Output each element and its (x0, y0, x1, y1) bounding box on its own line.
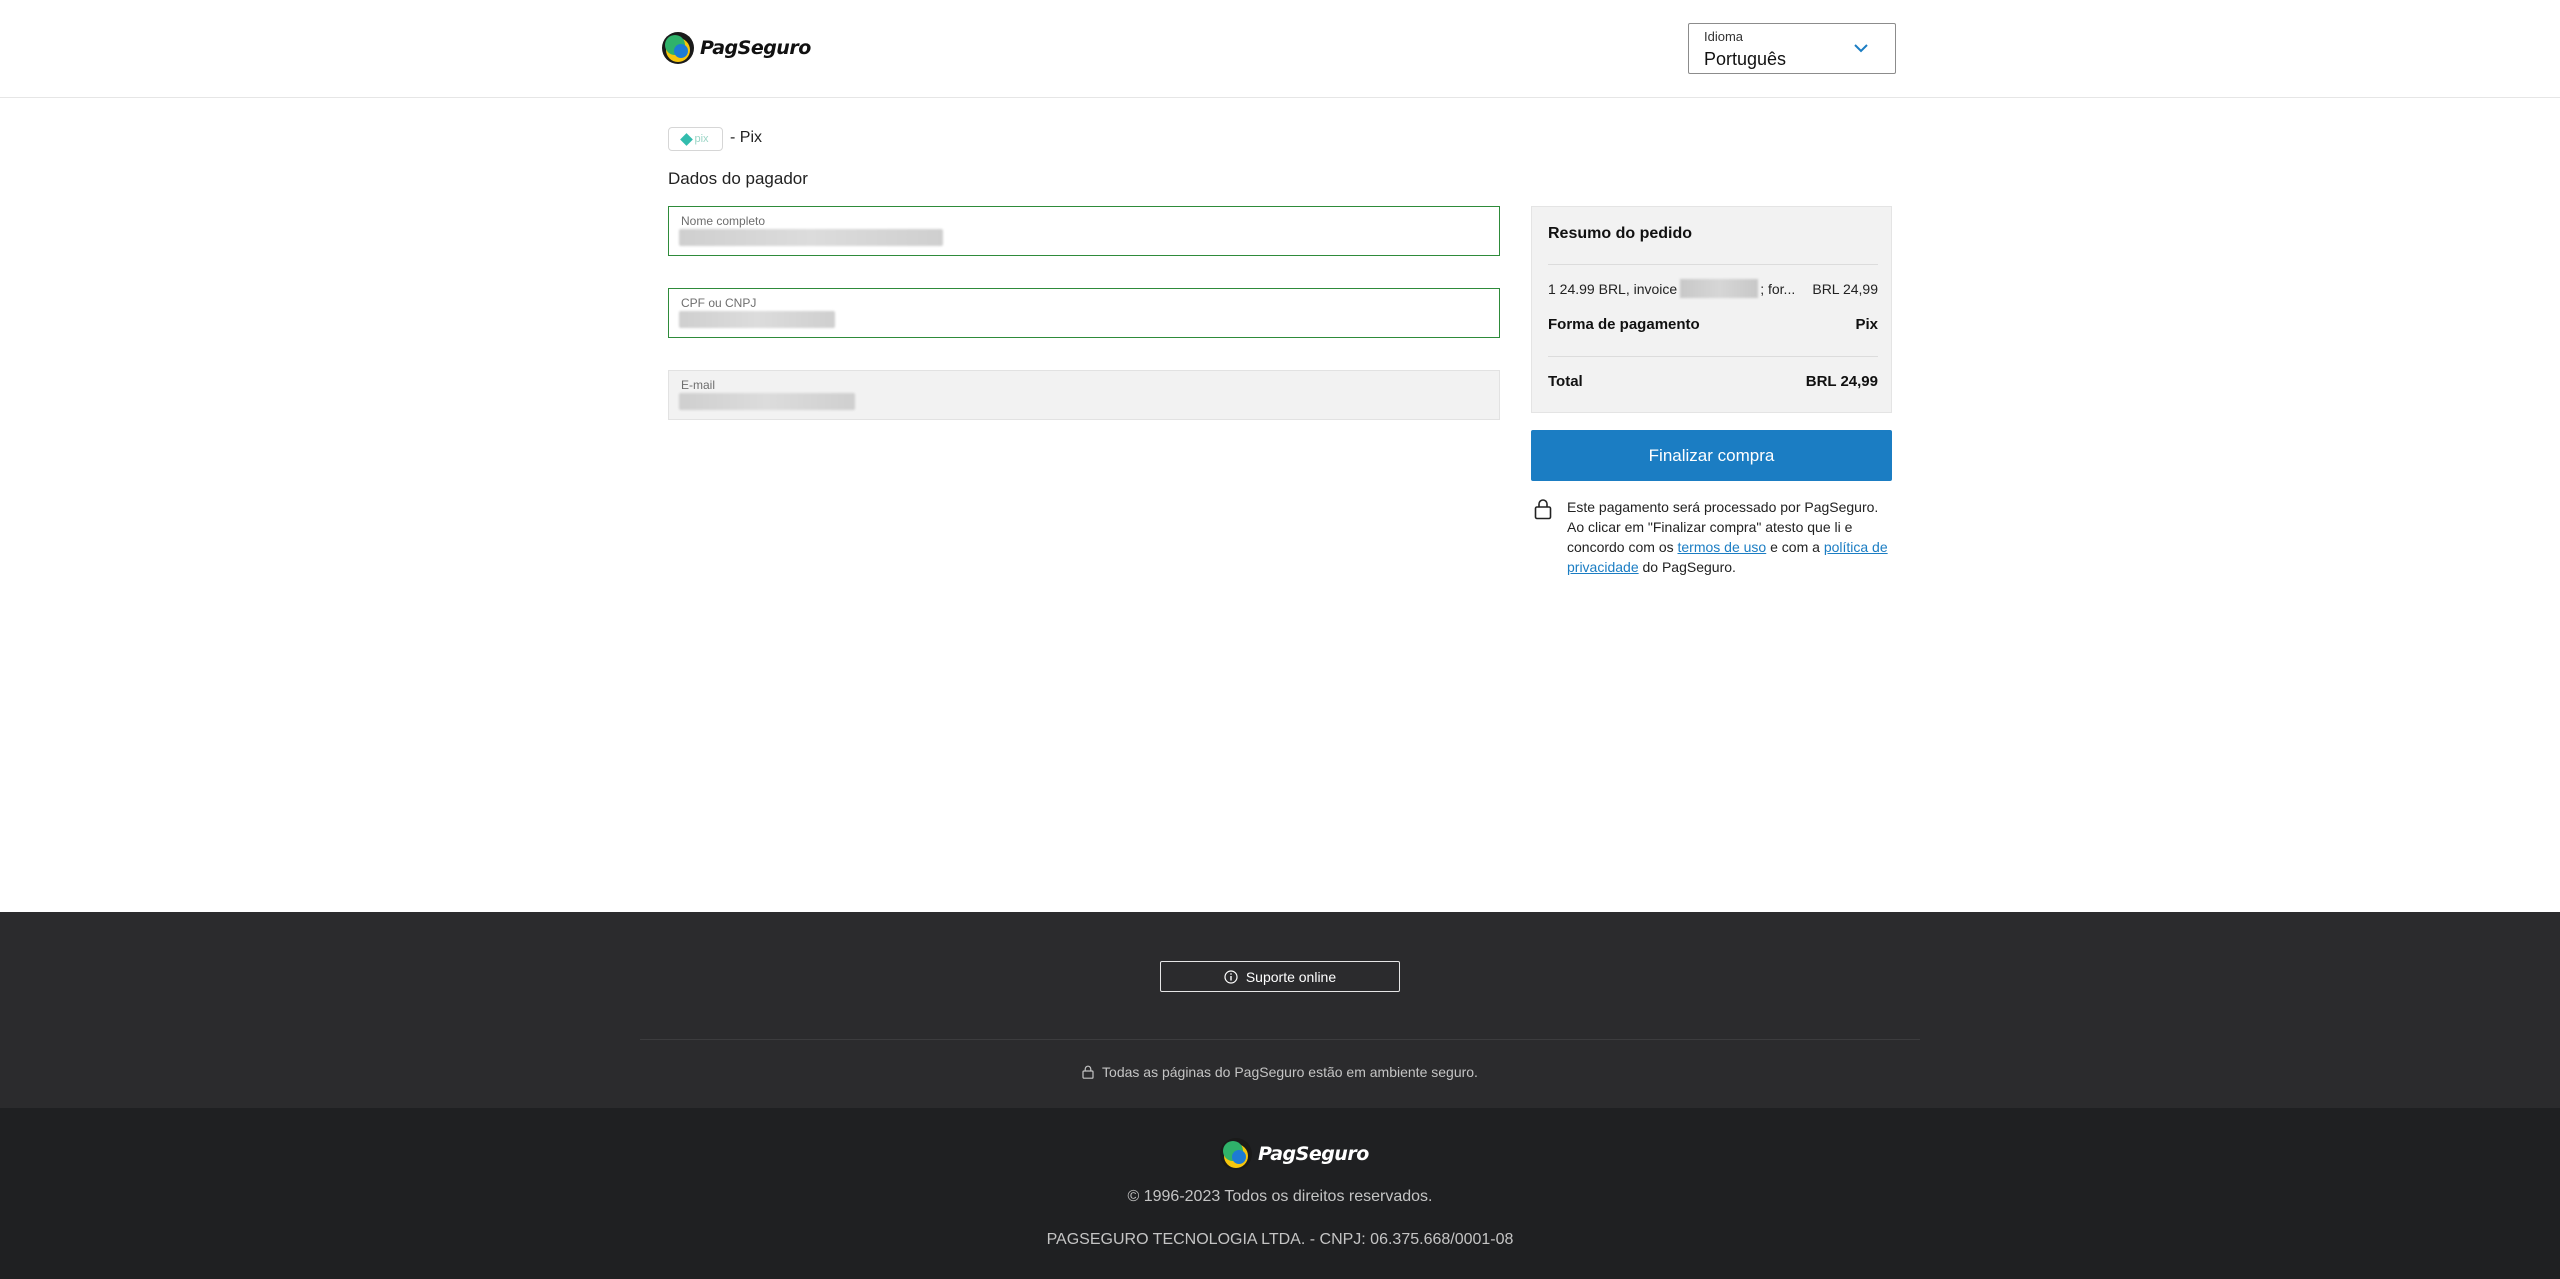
secure-pages-text: Todas as páginas do PagSeguro estão em a… (1102, 1064, 1478, 1080)
language-select[interactable]: Idioma Português (1688, 23, 1896, 74)
email-value-redacted (679, 393, 855, 410)
lock-icon (1082, 1065, 1094, 1079)
payment-method-label: - Pix (730, 129, 762, 146)
finalize-purchase-button[interactable]: Finalizar compra (1531, 430, 1892, 481)
cpf-cnpj-label: CPF ou CNPJ (681, 296, 757, 310)
cpf-cnpj-value-redacted (679, 311, 835, 328)
pagseguro-logo[interactable]: PagSeguro (662, 32, 811, 64)
total-value: BRL 24,99 (1805, 373, 1878, 390)
divider (1548, 356, 1878, 357)
summary-item-row: 1 24.99 BRL, invoice ; for... BRL 24,99 (1548, 279, 1878, 298)
lock-icon (1534, 499, 1552, 520)
footer-logo-text: PagSeguro (1258, 1143, 1369, 1165)
language-select-label: Idioma (1704, 29, 1744, 44)
pix-icon (680, 132, 694, 146)
pix-logo: pix (668, 127, 723, 151)
cpf-cnpj-field[interactable]: CPF ou CNPJ (668, 288, 1500, 338)
payer-data-title: Dados do pagador (668, 169, 808, 188)
order-summary: Resumo do pedido 1 24.99 BRL, invoice ; … (1531, 206, 1892, 413)
full-name-label: Nome completo (681, 214, 766, 228)
total-label: Total (1548, 373, 1583, 390)
pagseguro-logo-icon (1220, 1138, 1252, 1170)
info-icon (1224, 969, 1238, 984)
online-support-button[interactable]: Suporte online (1160, 961, 1400, 992)
email-label: E-mail (681, 378, 716, 392)
secure-pages-note: Todas as páginas do PagSeguro estão em a… (0, 1064, 2560, 1080)
invoice-id-redacted (1680, 279, 1759, 298)
copyright-text: © 1996-2023 Todos os direitos reservados… (1127, 1188, 1433, 1205)
summary-item-amount: BRL 24,99 (1812, 280, 1878, 297)
terms-of-use-link[interactable]: termos de uso (1678, 539, 1767, 555)
footer-pagseguro-logo[interactable]: PagSeguro (1220, 1138, 1369, 1170)
payment-method-row: Forma de pagamento Pix (1548, 316, 1878, 333)
online-support-label: Suporte online (1245, 968, 1337, 985)
email-field[interactable]: E-mail (668, 370, 1500, 420)
divider (1548, 264, 1878, 265)
order-summary-title: Resumo do pedido (1548, 225, 1692, 242)
full-name-field[interactable]: Nome completo (668, 206, 1500, 256)
footer-divider (640, 1039, 1920, 1040)
total-row: Total BRL 24,99 (1548, 373, 1878, 390)
header: PagSeguro Idioma Português (0, 0, 2560, 98)
payment-method-row-label: Forma de pagamento (1548, 316, 1700, 333)
payment-processing-note: Este pagamento será processado por PagSe… (1567, 499, 1888, 575)
summary-item-description: 1 24.99 BRL, invoice ; for... (1548, 279, 1796, 298)
language-select-value: Português (1704, 49, 1787, 69)
company-info-text: PAGSEGURO TECNOLOGIA LTDA. - CNPJ: 06.37… (1046, 1231, 1514, 1248)
payment-method-row-value: Pix (1855, 316, 1878, 333)
chevron-down-icon (1854, 44, 1868, 53)
pagseguro-logo-icon (662, 32, 694, 64)
logo-text: PagSeguro (700, 37, 811, 59)
full-name-value-redacted (679, 229, 943, 246)
